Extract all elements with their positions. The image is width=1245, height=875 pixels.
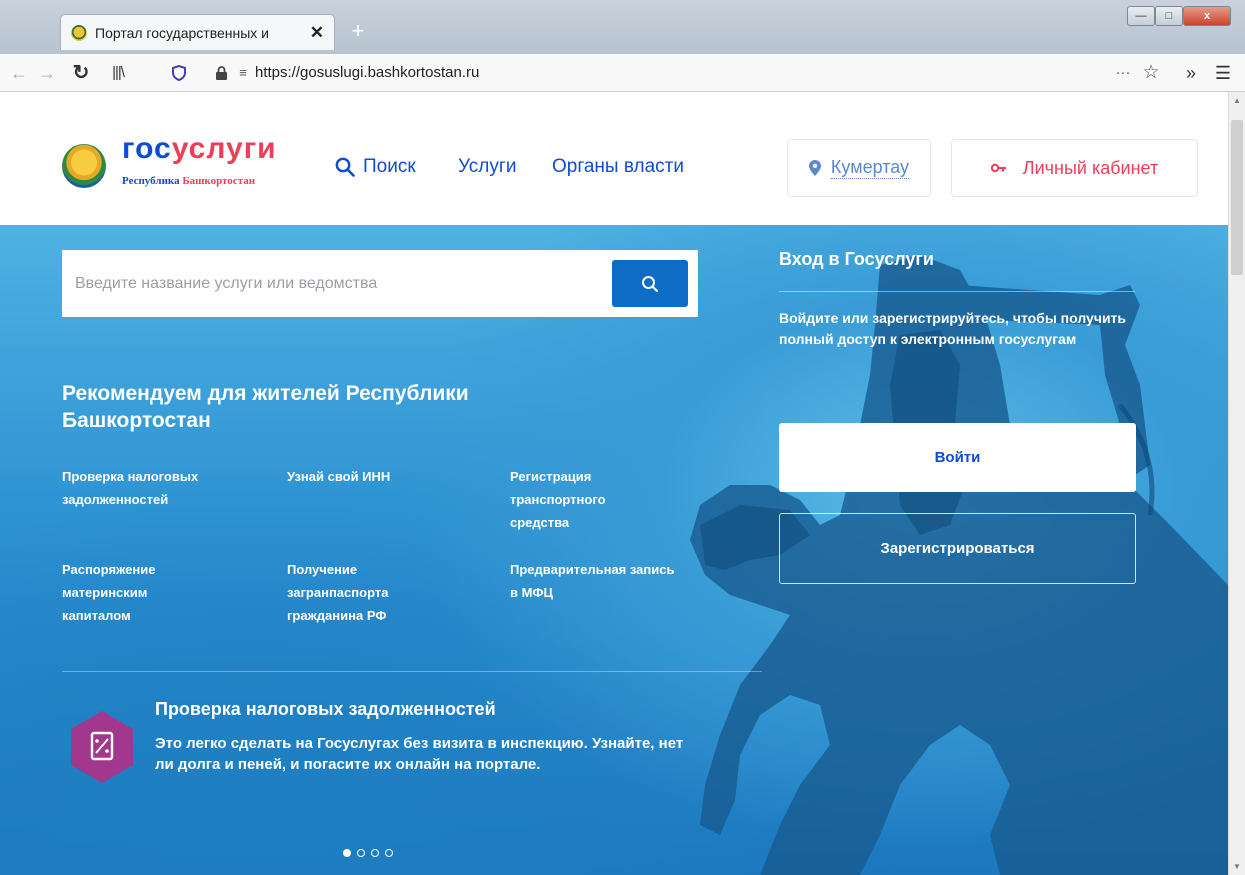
recommend-link-mfc-appointment[interactable]: Предварительная запись в МФЦ <box>510 558 680 604</box>
logo-sub-region: Башкортостан <box>182 175 256 187</box>
carousel-indicator <box>343 849 393 857</box>
login-button[interactable]: Войти <box>779 423 1136 492</box>
reload-icon[interactable]: ↻ <box>66 54 96 92</box>
library-icon[interactable]: |||\ <box>100 54 136 92</box>
carousel-dot-1[interactable] <box>343 849 351 857</box>
site-favicon-icon <box>71 24 87 41</box>
hero-banner: Рекомендуем для жителей Республики Башко… <box>0 225 1228 875</box>
carousel-dot-4[interactable] <box>385 849 393 857</box>
recommend-heading: Рекомендуем для жителей Республики Башко… <box>62 382 469 432</box>
logo-part-uslugi: услуги <box>171 132 277 165</box>
tab-title: Портал государственных и <box>95 24 270 41</box>
scroll-down-arrow-icon[interactable]: ▼ <box>1233 862 1241 871</box>
login-description: Войдите или зарегистрируйтесь, чтобы пол… <box>779 310 1127 347</box>
location-pin-icon <box>808 160 821 176</box>
window-maximize-button[interactable]: □ <box>1155 6 1183 26</box>
city-label: Кумертау <box>830 157 910 179</box>
recommend-link-vehicle-registration[interactable]: Регистрация транспортного средства <box>510 465 660 534</box>
forward-icon[interactable]: → <box>34 54 60 92</box>
recommend-link-maternity-capital[interactable]: Распоряжение материнским капиталом <box>62 558 212 627</box>
city-selector-button[interactable]: Кумертау <box>787 139 931 197</box>
bookmark-star-icon[interactable]: ☆ <box>1138 54 1164 92</box>
search-submit-button[interactable] <box>612 260 688 307</box>
scroll-up-arrow-icon[interactable]: ▲ <box>1233 96 1241 105</box>
window-close-button[interactable]: x <box>1183 6 1231 26</box>
tracking-shield-icon[interactable] <box>166 54 192 92</box>
tab-strip: Портал государственных и ✕ + — □ x <box>0 0 1245 54</box>
key-icon <box>990 163 1006 173</box>
bashkortostan-emblem-icon[interactable] <box>62 144 106 188</box>
recommend-link-inn[interactable]: Узнай свой ИНН <box>287 465 482 488</box>
recommend-link-passport[interactable]: Получение загранпаспорта гражданина РФ <box>287 558 437 627</box>
permissions-icon[interactable]: ≡ <box>232 54 254 92</box>
login-divider <box>779 291 1135 292</box>
logo-sub-republic: Республика <box>122 175 183 187</box>
nav-search-link[interactable]: Поиск <box>335 156 416 178</box>
nav-search-label: Поиск <box>363 156 416 177</box>
page-actions-icon[interactable]: ··· <box>1110 54 1136 92</box>
overflow-chevron-icon[interactable]: » <box>1180 54 1202 92</box>
window-minimize-button[interactable]: — <box>1127 6 1155 26</box>
browser-tab[interactable]: Портал государственных и ✕ <box>60 14 335 50</box>
service-search-box <box>62 250 698 317</box>
carousel-dot-3[interactable] <box>371 849 379 857</box>
service-search-input[interactable] <box>75 250 595 317</box>
back-icon[interactable]: ← <box>6 54 32 92</box>
tax-document-icon <box>71 711 133 783</box>
site-logo[interactable]: госуслуги <box>122 132 277 166</box>
logo-subtitle: Республика Башкортостан <box>122 175 255 187</box>
page-scrollbar[interactable]: ▲ ▼ <box>1228 92 1245 875</box>
web-page: госуслуги Республика Башкортостан Поиск … <box>0 92 1228 875</box>
navigation-toolbar: ← → ↻ |||\ ≡ https://gosuslugi.bashkorto… <box>0 54 1245 92</box>
promo-description: Это легко сделать на Госуслугах без визи… <box>155 735 684 773</box>
site-header: госуслуги Республика Башкортостан Поиск … <box>0 92 1228 225</box>
login-heading: Вход в Госуслуги <box>779 249 934 269</box>
browser-window: Портал государственных и ✕ + — □ x ← → ↻… <box>0 0 1245 875</box>
scrollbar-thumb[interactable] <box>1231 120 1243 275</box>
search-icon <box>642 275 659 292</box>
cabinet-label: Личный кабинет <box>1022 157 1159 178</box>
personal-cabinet-button[interactable]: Личный кабинет <box>951 139 1198 197</box>
search-icon <box>335 157 355 177</box>
new-tab-button[interactable]: + <box>343 18 373 46</box>
nav-services-link[interactable]: Услуги <box>458 156 516 178</box>
logo-part-gos: гос <box>122 132 172 165</box>
url-field[interactable]: https://gosuslugi.bashkortostan.ru <box>255 54 479 92</box>
promo-title[interactable]: Проверка налоговых задолженностей <box>155 699 496 720</box>
carousel-dot-2[interactable] <box>357 849 365 857</box>
lock-icon[interactable] <box>210 54 232 92</box>
register-button[interactable]: Зарегистрироваться <box>779 513 1136 584</box>
tab-close-icon[interactable]: ✕ <box>310 23 324 43</box>
recommend-link-tax-debts[interactable]: Проверка налоговых задолженностей <box>62 465 257 511</box>
section-divider <box>62 671 762 672</box>
menu-icon[interactable]: ☰ <box>1210 54 1236 92</box>
nav-authorities-link[interactable]: Органы власти <box>552 156 684 178</box>
